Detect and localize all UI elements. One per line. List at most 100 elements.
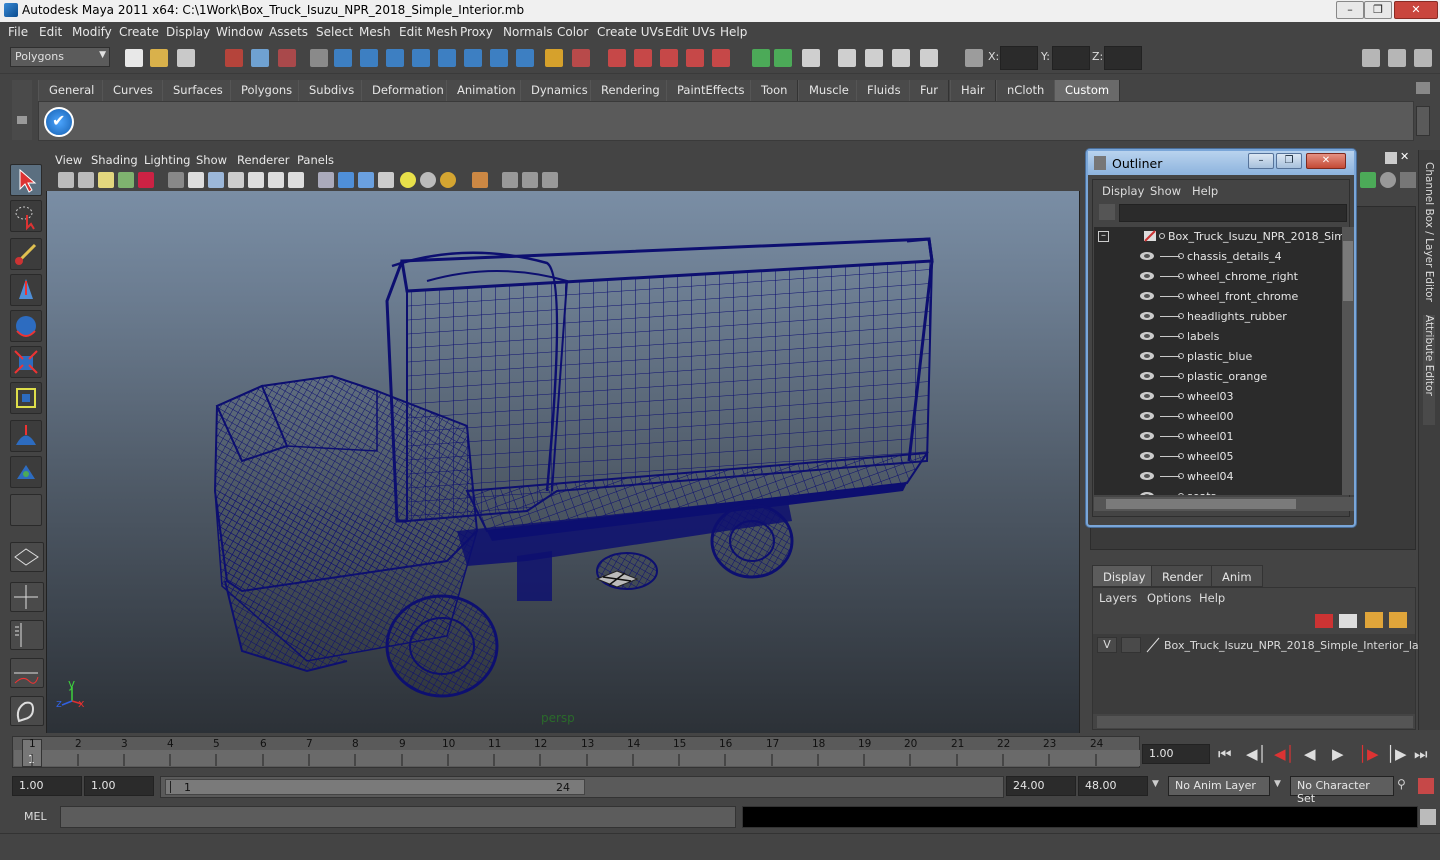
select-object-icon[interactable] [251,49,269,67]
view-transform-icon[interactable] [138,172,154,188]
outliner-item[interactable]: wheel04 [1094,467,1342,487]
range-slider-track[interactable]: 1 24 [160,776,1004,798]
outliner-menu-display[interactable]: Display [1102,184,1144,198]
save-scene-icon[interactable] [177,49,195,67]
paint-select-tool[interactable] [10,238,42,270]
outliner-persp-layout-button[interactable] [10,620,44,650]
move-layer-down-icon[interactable] [1339,614,1357,628]
snap-grid-icon[interactable] [608,49,626,67]
animation-end-field[interactable]: 48.00 [1078,776,1148,796]
wireframe-on-shaded-icon[interactable] [358,172,374,188]
auto-key-icon[interactable]: ⚲ [1397,777,1406,791]
anim-layer-select[interactable]: No Anim Layer [1168,776,1270,796]
outliner-search-field[interactable] [1119,204,1347,222]
select-rendering-icon[interactable] [490,49,508,67]
grid-toggle-icon[interactable] [168,172,184,188]
make-live-icon[interactable] [712,49,730,67]
z-coord-field[interactable] [1104,46,1142,70]
shelf-tab-polygons[interactable]: Polygons [230,80,304,101]
menu-mesh[interactable]: Mesh [359,25,391,39]
shelf-tab-general[interactable]: General [38,80,106,101]
menu-set-select[interactable]: Polygons ▼ [10,47,110,67]
layer-menu-options[interactable]: Options [1147,591,1191,605]
go-to-start-icon[interactable]: ⏮ [1218,745,1232,763]
show-manipulator-tool[interactable] [10,456,42,488]
maximize-button[interactable]: ❐ [1364,1,1392,19]
all-lights-icon[interactable] [420,172,436,188]
outliner-hscroll-thumb[interactable] [1106,499,1296,509]
outliner-menu-help[interactable]: Help [1192,184,1218,198]
trash-icon[interactable] [1416,82,1430,94]
shelf-tab-subdivs[interactable]: Subdivs [298,80,366,101]
current-time-field[interactable]: 1.00 [1142,744,1210,764]
outliner-item[interactable]: chassis_details_4 [1094,247,1342,267]
show-tool-settings-icon[interactable] [1388,49,1406,67]
layer-color-swatch[interactable] [1145,637,1161,653]
go-to-end-icon[interactable]: ⏭ [1414,745,1428,763]
outliner-item[interactable]: wheel01 [1094,427,1342,447]
shelf-settings-icon[interactable] [17,116,27,124]
range-handle-left-grip[interactable] [170,781,171,793]
collapse-icon[interactable]: – [1098,231,1109,242]
graph-persp-layout-button[interactable] [10,658,44,688]
outliner-horizontal-scrollbar[interactable] [1094,497,1354,511]
menu-display[interactable]: Display [166,25,210,39]
isolate-select-icon[interactable] [472,172,488,188]
image-plane-icon[interactable] [118,172,134,188]
menu-color[interactable]: Color [557,25,588,39]
shelf-menu-strip[interactable] [12,80,32,140]
viewport-menu-view[interactable]: View [55,153,82,167]
shelf-tab-ncloth[interactable]: nCloth [996,80,1056,101]
select-component-icon[interactable] [278,49,296,67]
layer-menu-help[interactable]: Help [1199,591,1225,605]
viewport-menu-renderer[interactable]: Renderer [237,153,290,167]
x-coord-field[interactable] [1000,46,1038,70]
layer-name[interactable]: Box_Truck_Isuzu_NPR_2018_Simple_Interior… [1164,639,1436,652]
outliner-item[interactable]: plastic_blue [1094,347,1342,367]
menu-edit-uvs[interactable]: Edit UVs [665,25,715,39]
default-lighting-icon[interactable] [400,172,416,188]
range-slider-handle[interactable]: 1 24 [165,779,585,795]
layer-horizontal-scrollbar[interactable] [1097,716,1413,728]
chevron-down-icon[interactable]: ▼ [1152,779,1159,789]
new-scene-icon[interactable] [125,49,143,67]
step-forward-frame-icon[interactable]: │▶ [1386,745,1407,763]
outliner-scroll-thumb[interactable] [1343,241,1353,301]
animation-preferences-icon[interactable] [1418,778,1434,794]
shelf-tab-curves[interactable]: Curves [102,80,164,101]
play-forwards-icon[interactable]: ▶ [1332,745,1344,763]
layer-visibility-toggle[interactable]: V [1097,637,1117,653]
menu-modify[interactable]: Modify [72,25,112,39]
show-attribute-editor-icon[interactable] [1362,49,1380,67]
playback-end-field[interactable]: 24.00 [1006,776,1076,796]
snap-view-plane-icon[interactable] [686,49,704,67]
viewport-menu-panels[interactable]: Panels [297,153,334,167]
chevron-down-icon[interactable]: ▼ [1274,779,1281,789]
outliner-item[interactable]: seats [1094,487,1342,495]
y-coord-field[interactable] [1052,46,1090,70]
select-curves-icon[interactable] [386,49,404,67]
shadows-icon[interactable] [440,172,456,188]
xray-icon[interactable] [502,172,518,188]
gate-mask-icon[interactable] [228,172,244,188]
outliner-item[interactable]: wheel_chrome_right [1094,267,1342,287]
shelf-tab-custom[interactable]: Custom [1054,80,1121,101]
attribute-editor-side-tab[interactable]: Attribute Editor [1423,315,1435,425]
move-tool[interactable] [10,274,42,306]
outliner-item[interactable]: labels [1094,327,1342,347]
lock-selection-icon[interactable] [545,49,563,67]
select-dynamics-icon[interactable] [464,49,482,67]
create-layer-from-selected-icon[interactable] [1389,612,1407,628]
outliner-item[interactable]: plastic_orange [1094,367,1342,387]
character-set-select[interactable]: No Character Set [1290,776,1394,805]
outliner-item[interactable]: headlights_rubber [1094,307,1342,327]
outliner-item[interactable]: wheel03 [1094,387,1342,407]
construction-history-icon[interactable] [802,49,820,67]
shelf-scroll-arrows[interactable] [1416,106,1430,136]
shelf-tab-toon[interactable]: Toon [750,80,799,101]
menu-proxy[interactable]: Proxy [460,25,493,39]
field-chart-icon[interactable] [248,172,264,188]
channel-box-pick-icon[interactable] [1400,172,1416,188]
resolution-gate-icon[interactable] [208,172,224,188]
script-editor-icon[interactable] [1420,809,1436,825]
